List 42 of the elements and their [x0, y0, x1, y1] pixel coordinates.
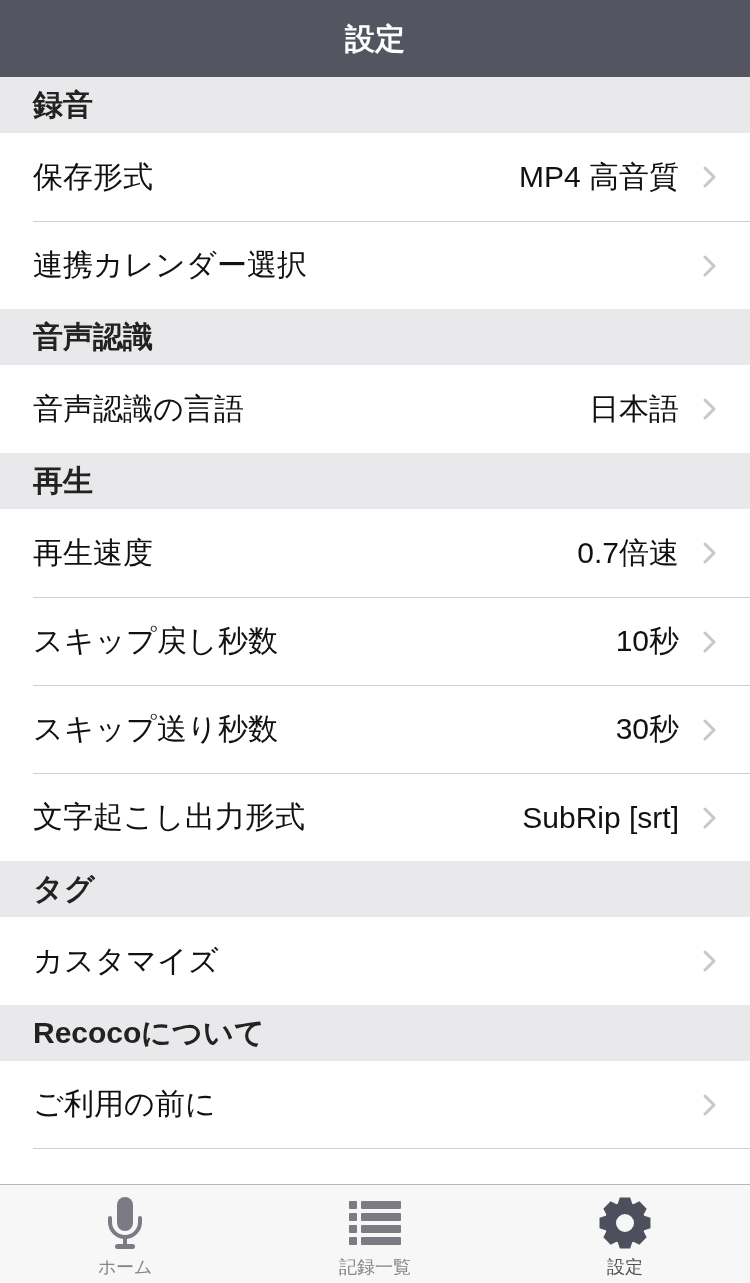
setting-value: 30秒	[615, 711, 679, 747]
section-header: Recocoについて	[0, 1005, 750, 1061]
setting-value: 10秒	[615, 623, 679, 659]
setting-label: スキップ戻し秒数	[33, 623, 279, 659]
chevron-icon	[703, 542, 716, 564]
setting-label: 文字起こし出力形式	[33, 799, 306, 835]
setting-label: スキップ送り秒数	[33, 711, 279, 747]
chevron-icon	[703, 950, 716, 972]
settings-row[interactable]: カスタマイズ	[33, 917, 750, 1005]
chevron-icon	[703, 806, 716, 829]
chevron-icon	[703, 254, 716, 277]
screen-title: 設定	[345, 20, 405, 57]
section-header: タグ	[0, 861, 750, 917]
microphone-icon	[107, 1197, 143, 1249]
section-header: 音声認識	[0, 309, 750, 365]
section-header: 録音	[0, 77, 750, 133]
chevron-icon	[703, 718, 716, 741]
section-header: 再生	[0, 453, 750, 509]
chevron-icon	[703, 166, 716, 188]
setting-label: ご利用の前に	[33, 1086, 217, 1122]
settings-row[interactable]: スキップ戻し秒数 10秒	[33, 597, 750, 685]
settings-icon	[599, 1197, 651, 1249]
chevron-icon	[703, 1093, 716, 1116]
setting-label: 保存形式	[33, 158, 154, 195]
tab-button[interactable]: 設定	[500, 1185, 750, 1283]
settings-row[interactable]: ご利用の前に	[33, 1061, 750, 1149]
setting-value: MP4 高音質	[518, 158, 679, 195]
setting-value: 0.7倍速	[577, 534, 679, 571]
chevron-icon	[703, 630, 716, 653]
setting-label: 連携カレンダー選択	[33, 247, 308, 283]
setting-value: SubRip [srt]	[522, 800, 679, 835]
settings-row[interactable]: 再生速度 0.7倍速	[33, 509, 750, 597]
settings-row[interactable]: 音声認識の言語 日本語	[33, 365, 750, 453]
setting-label: カスタマイズ	[33, 942, 220, 979]
setting-label: 音声認識の言語	[33, 390, 245, 427]
settings-row[interactable]: 保存形式 MP4 高音質	[33, 133, 750, 221]
setting-value: 日本語	[589, 390, 679, 427]
list-icon	[349, 1201, 401, 1245]
settings-row[interactable]: スキップ送り秒数 30秒	[33, 685, 750, 773]
setting-label: 再生速度	[33, 534, 154, 571]
tab-button[interactable]: 記録一覧	[250, 1185, 500, 1283]
chevron-icon	[703, 398, 716, 420]
